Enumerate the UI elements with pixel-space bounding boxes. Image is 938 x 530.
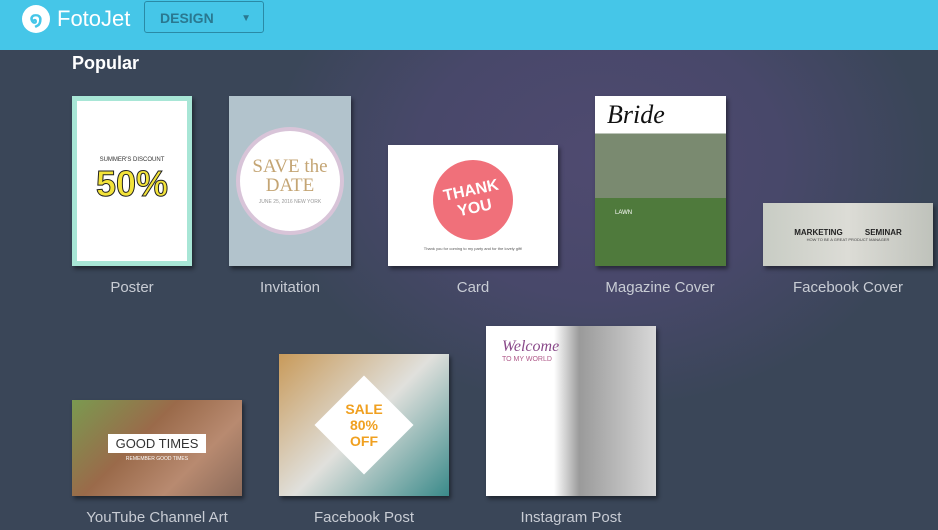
label-magazine-cover: Magazine Cover [605,279,715,296]
thumb-sub: REMEMBER GOOD TIMES [125,456,189,462]
thumb-text: MARKETING SEMINAR [794,227,902,237]
template-facebook-post[interactable]: SALE 80% OFF [279,354,449,496]
thumb-text: 50% [95,163,169,205]
template-poster[interactable]: SUMMER'S DISCOUNT 50% [72,96,192,266]
watercolor-circle: THANK YOU [433,160,513,240]
label-facebook-cover: Facebook Cover [792,279,904,296]
template-instagram-post[interactable]: Welcome TO MY WORLD [486,326,656,496]
thumb-sub: TO MY WORLD [502,356,552,363]
thumb-text: THANK YOU [441,176,501,221]
wreath: SAVE the DATE JUNE 25, 2016 NEW YORK [236,127,344,235]
logo[interactable]: ໑ FotoJet [22,5,130,33]
thumb-sub: LAWN [615,210,633,216]
template-magazine-cover[interactable]: Bride LAWN [595,96,726,266]
thumb-sub: HOW TO BE A GREAT PRODUCT MANAGER [806,236,890,242]
template-card[interactable]: THANK YOU Thank you for coming to my par… [388,145,558,266]
label-card: Card [456,279,490,296]
thumb-text: GOOD TIMES [107,434,207,453]
label-youtube-channel-art: YouTube Channel Art [86,509,228,526]
design-dropdown[interactable]: DESIGN ▼ [144,1,264,33]
template-facebook-cover[interactable]: MARKETING SEMINAR HOW TO BE A GREAT PROD… [763,203,933,266]
section-title: Popular [72,53,140,73]
caret-down-icon: ▼ [241,13,251,24]
sale-diamond: SALE 80% OFF [314,375,414,475]
thumb-text: SALE 80% OFF [345,401,383,449]
template-youtube-channel-art[interactable]: GOOD TIMES REMEMBER GOOD TIMES [72,400,242,496]
brand-name: FotoJet [57,6,131,31]
thumb-sub: Thank you for coming to my party and for… [423,246,523,251]
label-invitation: Invitation [259,279,321,296]
label-facebook-post: Facebook Post [313,509,415,526]
fotojet-logo-icon: ໑ [22,5,50,33]
template-invitation[interactable]: SAVE the DATE JUNE 25, 2016 NEW YORK [229,96,351,266]
thumb-sub: JUNE 25, 2016 NEW YORK [258,199,322,205]
thumb-text: Bride [607,100,665,129]
label-instagram-post: Instagram Post [520,509,622,526]
thumb-text: Welcome [502,338,560,355]
top-bar: ໑ FotoJet DESIGN ▼ [0,0,938,50]
dropdown-label: DESIGN [160,10,214,26]
thumb-text: SAVE the DATE [252,156,328,196]
